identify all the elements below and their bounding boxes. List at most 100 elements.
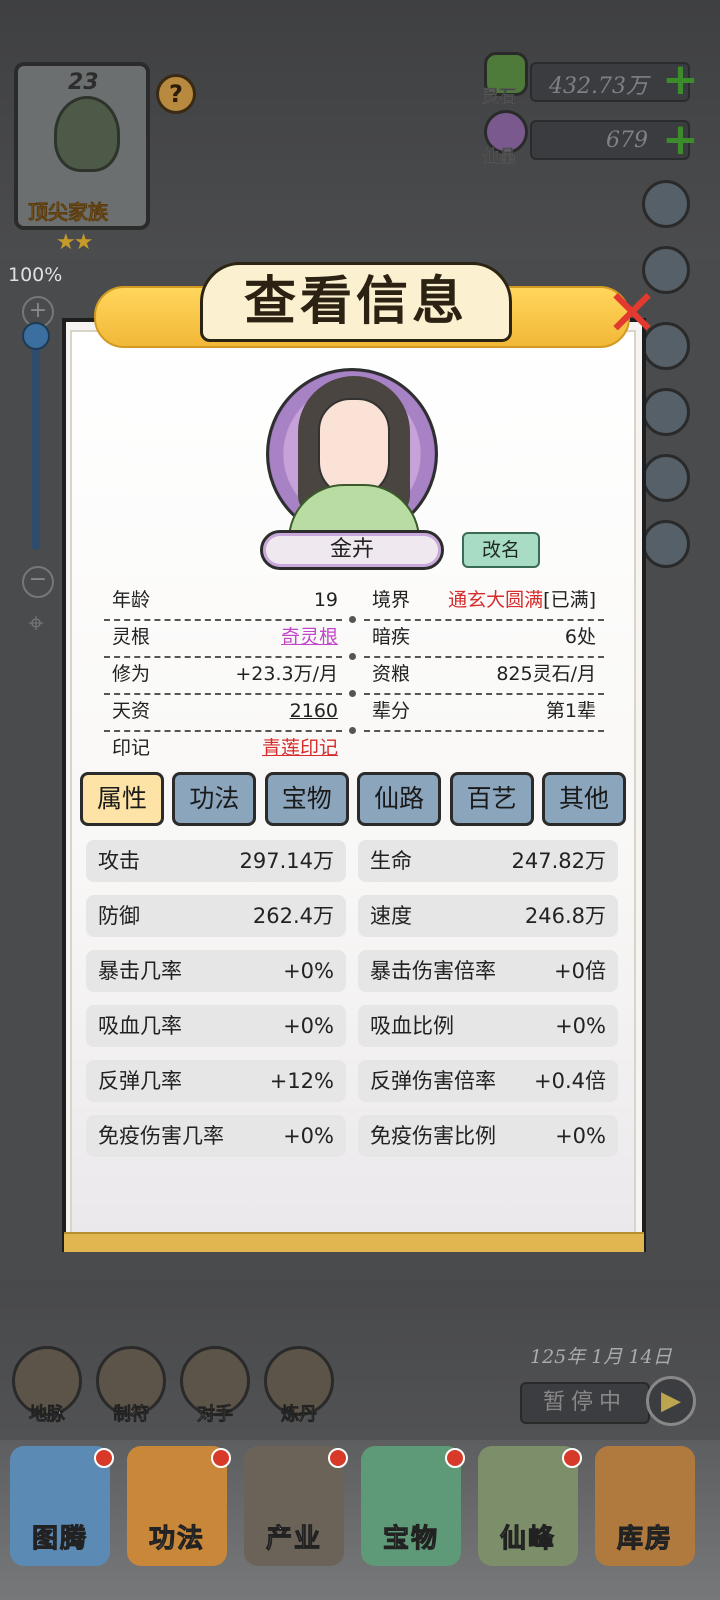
stat-card: 吸血几率 +0% <box>86 1005 346 1047</box>
info-key: 境界 <box>372 589 411 611</box>
info-value: 第1辈 <box>545 700 596 722</box>
stat-card: 免疫伤害几率 +0% <box>86 1115 346 1157</box>
chest-icon[interactable] <box>642 520 690 568</box>
location-pin-icon[interactable]: ⌖ <box>20 606 52 642</box>
bag-icon[interactable] <box>642 388 690 436</box>
info-value: 825灵石/月 <box>496 663 596 685</box>
info-key: 辈分 <box>372 700 411 722</box>
help-button[interactable]: ? <box>156 74 196 114</box>
rename-button[interactable]: 改名 <box>462 532 540 568</box>
tab-5[interactable]: 其他 <box>542 772 626 826</box>
nav-label: 功法 <box>148 1524 205 1555</box>
zoom-slider-handle[interactable] <box>22 322 50 350</box>
lingshi-value: 432.73万 <box>549 74 648 99</box>
xianjing-add-button[interactable]: + <box>662 118 699 162</box>
info-value: +23.3万/月 <box>235 663 338 685</box>
play-icon[interactable]: ▶ <box>646 1376 696 1426</box>
stat-card: 吸血比例 +0% <box>358 1005 618 1047</box>
divider-dot <box>349 616 356 623</box>
stat-value: +0% <box>283 1014 334 1038</box>
info-key: 年龄 <box>112 589 151 611</box>
pause-status[interactable]: 暂停中 <box>520 1382 650 1424</box>
info-row-right: 暗疾 6处 <box>372 619 596 655</box>
info-value-wrap: 通玄大圆满[已满] <box>448 582 596 618</box>
row-divider <box>364 730 604 732</box>
stat-value: +0% <box>283 959 334 983</box>
book-icon[interactable] <box>642 454 690 502</box>
tab-1[interactable]: 功法 <box>172 772 257 826</box>
stat-value: 297.14万 <box>239 849 334 873</box>
row-divider <box>364 693 604 695</box>
stat-value: 246.8万 <box>524 904 606 928</box>
zoom-percent: 100% <box>8 264 63 286</box>
character-name: 金卉 <box>260 530 444 570</box>
tab-2[interactable]: 宝物 <box>264 772 349 826</box>
divider-dot <box>349 727 356 734</box>
tab-0[interactable]: 属性 <box>80 772 164 826</box>
info-key: 暗疾 <box>372 626 411 648</box>
nav-label: 产业 <box>265 1524 322 1555</box>
zoom-out-icon[interactable]: − <box>22 566 54 598</box>
row-divider <box>364 656 604 658</box>
info-value-wrap: 第1辈 <box>546 693 596 729</box>
quick-label: 炼丹 <box>281 1404 318 1426</box>
nav-label: 宝物 <box>382 1524 439 1555</box>
notification-dot <box>211 1448 231 1468</box>
divider-dot <box>349 690 356 697</box>
nav-label: 图腾 <box>31 1524 88 1555</box>
stat-name: 攻击 <box>98 849 140 873</box>
stat-card: 速度 246.8万 <box>358 895 618 937</box>
tab-3[interactable]: 仙路 <box>357 772 442 826</box>
dialog-bottom-border <box>64 1232 644 1252</box>
stat-value: +0.4倍 <box>534 1069 606 1093</box>
info-key: 灵根 <box>112 626 151 648</box>
stat-value: +0% <box>283 1124 334 1148</box>
info-row-right: 资粮 825灵石/月 <box>372 656 596 692</box>
notification-dot <box>445 1448 465 1468</box>
info-row-right: 辈分 第1辈 <box>372 693 596 729</box>
stat-value: +0% <box>555 1124 606 1148</box>
row-divider <box>104 693 342 695</box>
info-value[interactable]: 青莲印记 <box>262 730 338 766</box>
stat-value: +0% <box>555 1014 606 1038</box>
info-row-right: 境界 通玄大圆满[已满] <box>372 582 596 618</box>
info-row-left: 印记 青莲印记 <box>112 730 338 766</box>
xianjing-value: 679 <box>606 128 648 153</box>
stat-card: 防御 262.4万 <box>86 895 346 937</box>
notification-dot <box>328 1448 348 1468</box>
zoom-slider-track[interactable] <box>32 330 40 550</box>
info-value[interactable]: 奇灵根 <box>281 619 338 655</box>
stat-value: 247.82万 <box>511 849 606 873</box>
info-key: 印记 <box>112 737 151 759</box>
stat-name: 吸血几率 <box>98 1014 182 1038</box>
stat-value: 262.4万 <box>252 904 334 928</box>
tree-icon <box>54 96 120 172</box>
stat-card: 攻击 297.14万 <box>86 840 346 882</box>
info-value: 19 <box>313 589 338 611</box>
stat-card: 暴击伤害倍率 +0倍 <box>358 950 618 992</box>
close-icon[interactable]: ✕ <box>600 282 664 346</box>
quick-label: 地脉 <box>29 1404 66 1426</box>
avatar-face <box>318 398 390 498</box>
info-key: 天资 <box>112 700 151 722</box>
info-value[interactable]: 2160 <box>290 693 338 729</box>
tab-4[interactable]: 百艺 <box>449 772 534 826</box>
family-rank: 顶尖家族 <box>28 200 109 225</box>
row-divider <box>104 656 342 658</box>
settings-gear-icon[interactable] <box>642 180 690 228</box>
family-stars: ★★ <box>56 230 93 255</box>
info-value: 通玄大圆满 <box>448 589 544 611</box>
nav-label: 仙峰 <box>499 1524 556 1555</box>
stat-card: 暴击几率 +0% <box>86 950 346 992</box>
info-key: 资粮 <box>372 663 411 685</box>
stat-name: 反弹伤害倍率 <box>370 1069 496 1093</box>
lingshi-add-button[interactable]: + <box>662 58 699 102</box>
family-level: 23 <box>68 70 99 95</box>
stat-card: 反弹伤害倍率 +0.4倍 <box>358 1060 618 1102</box>
info-value-wrap: 825灵石/月 <box>496 656 596 692</box>
stat-card: 生命 247.82万 <box>358 840 618 882</box>
info-key: 修为 <box>112 663 151 685</box>
family-emblem[interactable]: 23 顶尖家族 <box>14 62 150 230</box>
stat-card: 反弹几率 +12% <box>86 1060 346 1102</box>
info-row-left: 灵根 奇灵根 <box>112 619 338 655</box>
